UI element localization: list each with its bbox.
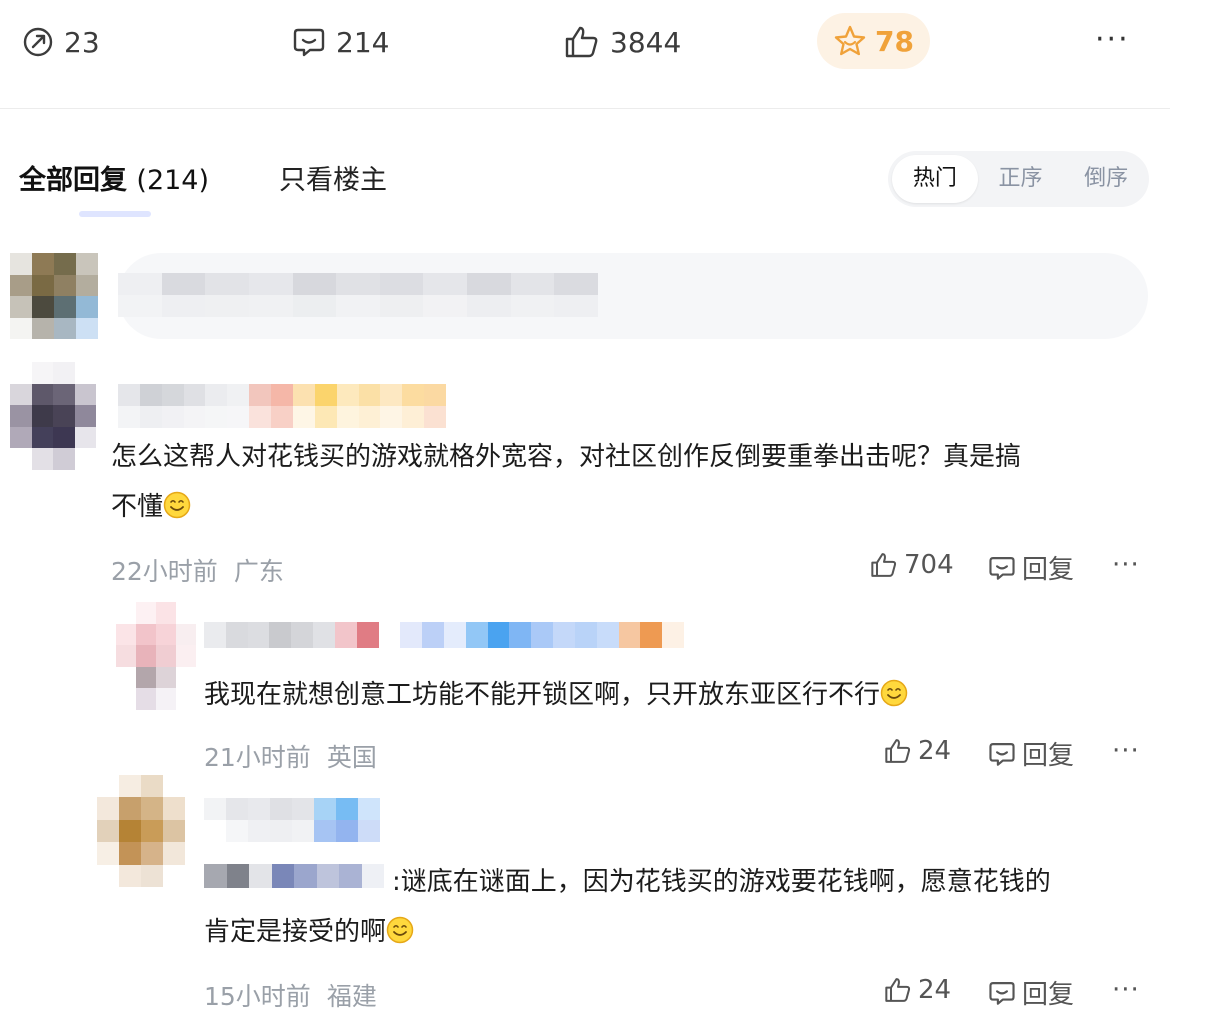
like-count: 704	[904, 550, 954, 580]
comment-icon	[989, 742, 1015, 766]
more-options-button[interactable]: ···	[1095, 22, 1130, 57]
comment-icon	[989, 981, 1015, 1005]
tab-all-count: (214)	[136, 165, 210, 196]
username[interactable]	[118, 384, 446, 428]
smile-emoji-icon	[163, 491, 191, 519]
comment-more-button[interactable]: ···	[1112, 550, 1140, 580]
comment-more-button[interactable]: ···	[1112, 975, 1140, 1005]
thumbs-up-icon	[565, 26, 598, 58]
comment-icon	[293, 28, 325, 57]
username[interactable]	[204, 622, 684, 648]
reply-button[interactable]: 回复	[988, 735, 1074, 772]
like-button[interactable]: 3844	[564, 18, 681, 66]
share-button[interactable]: 23	[22, 18, 100, 66]
quoted-username[interactable]	[204, 864, 384, 888]
location: 福建	[326, 982, 377, 1011]
avatar[interactable]	[10, 362, 96, 470]
thumbs-up-icon	[885, 739, 911, 763]
tab-all-label: 全部回复	[19, 165, 127, 196]
star-icon	[834, 25, 866, 56]
favorite-count: 78	[875, 24, 914, 58]
blurred-text	[118, 273, 598, 317]
avatar[interactable]	[97, 775, 185, 887]
comment-count: 214	[336, 25, 390, 59]
timestamp: 21小时前	[204, 743, 311, 772]
smile-emoji-icon	[386, 916, 414, 944]
avatar[interactable]	[116, 602, 196, 710]
comment-like-button[interactable]: 24	[884, 736, 951, 766]
comment-meta: 21小时前 英国	[204, 738, 377, 774]
like-count: 24	[918, 736, 952, 766]
comment-meta: 22小时前 广东	[111, 552, 284, 588]
sort-descending[interactable]: 倒序	[1063, 155, 1149, 203]
comment-like-button[interactable]: 704	[870, 550, 954, 580]
tab-active-indicator	[79, 211, 151, 217]
divider	[0, 108, 1170, 109]
reply-button[interactable]: 回复	[988, 974, 1074, 1011]
tab-op-only[interactable]: 只看楼主	[279, 158, 387, 197]
comment-icon	[989, 556, 1015, 580]
timestamp: 22小时前	[111, 557, 218, 586]
thumbs-up-icon	[885, 978, 911, 1002]
username[interactable]	[204, 798, 380, 842]
location: 英国	[326, 743, 377, 772]
share-count: 23	[64, 25, 100, 59]
location: 广东	[233, 557, 284, 586]
favorite-button[interactable]: 78	[817, 13, 930, 69]
thumbs-up-icon	[871, 553, 897, 577]
reply-button[interactable]: 回复	[988, 549, 1074, 586]
comment-like-button[interactable]: 24	[884, 975, 951, 1005]
share-icon	[23, 27, 53, 57]
timestamp: 15小时前	[204, 982, 311, 1011]
comment-text: 我现在就想创意工坊能不能开锁区啊，只开放东亚区行不行	[204, 670, 1144, 720]
avatar[interactable]	[10, 253, 98, 339]
comment-more-button[interactable]: ···	[1112, 736, 1140, 766]
sort-selector: 热门 正序 倒序	[888, 151, 1149, 207]
comment-text-continued: 肯定是接受的啊	[204, 907, 964, 957]
sort-ascending[interactable]: 正序	[978, 155, 1064, 203]
comment-text: 怎么这帮人对花钱买的游戏就格外宽容，对社区创作反倒要重拳出击呢？真是搞 不懂	[111, 442, 1022, 522]
like-count: 3844	[610, 25, 682, 59]
comment-meta: 15小时前 福建	[204, 977, 377, 1013]
tab-all-replies[interactable]: 全部回复 (214)	[19, 158, 209, 197]
like-count: 24	[918, 975, 952, 1005]
sort-hot[interactable]: 热门	[892, 155, 978, 203]
comment-text: :谜底在谜面上，因为花钱买的游戏要花钱啊，愿意花钱的	[392, 867, 1051, 897]
comment-button[interactable]: 214	[292, 18, 389, 66]
smile-emoji-icon	[880, 679, 908, 707]
